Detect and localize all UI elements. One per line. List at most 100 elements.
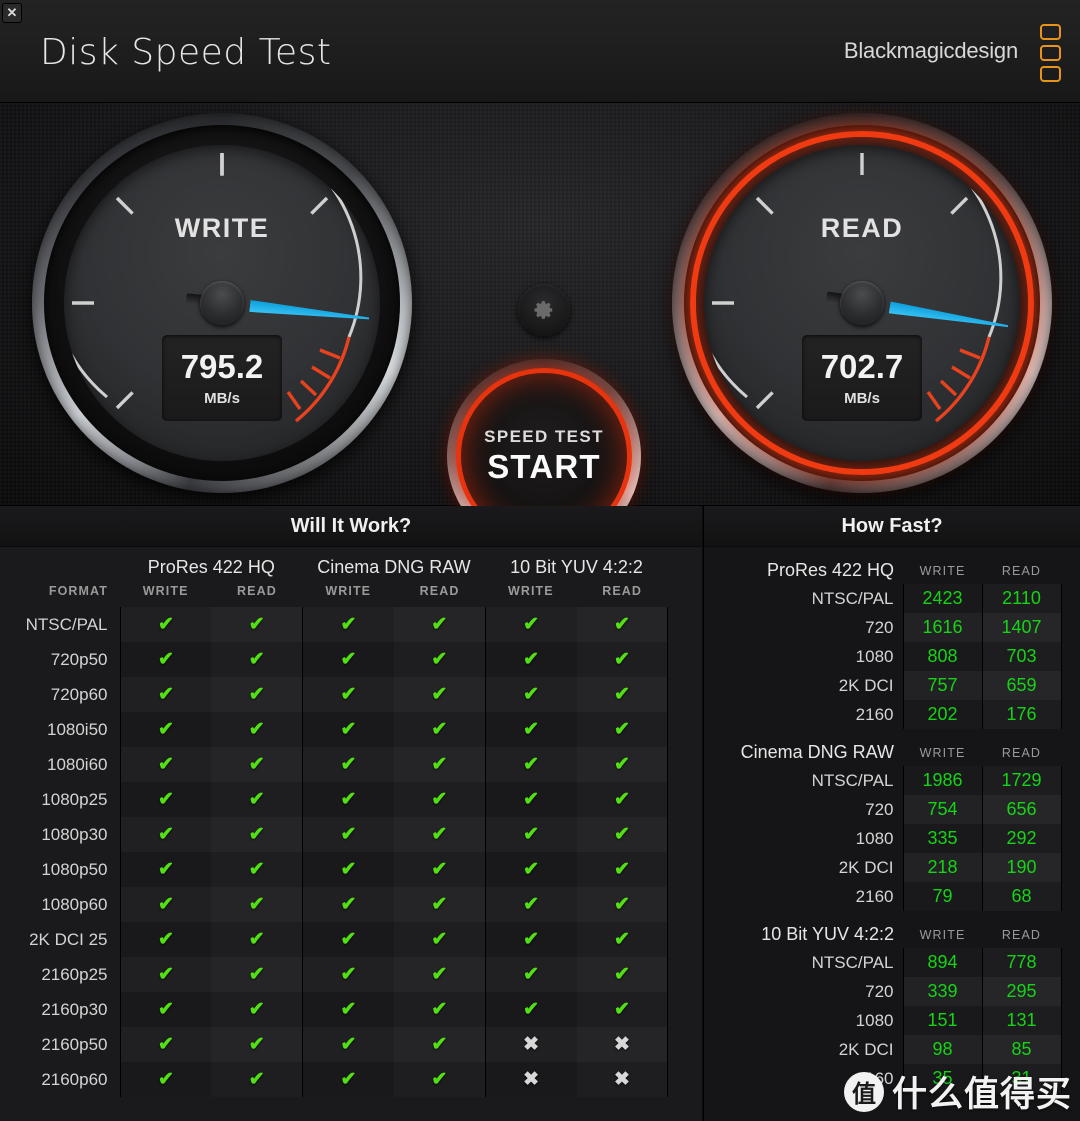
write-value: 795.2	[180, 347, 264, 385]
compatibility-cell: ✔	[484, 677, 577, 712]
check-icon: ✔	[248, 788, 265, 810]
table-row: 1080p50 ✔ ✔ ✔ ✔ ✔ ✔	[0, 852, 669, 887]
row-format-label: 1080i50	[0, 712, 120, 747]
compatibility-cell: ✔	[211, 922, 303, 957]
table-row: 1080i60 ✔ ✔ ✔ ✔ ✔ ✔	[0, 747, 669, 782]
how-fast-row-label: 2K DCI	[838, 857, 894, 877]
check-icon: ✔	[523, 963, 540, 985]
how-fast-read-value: 656	[981, 795, 1062, 824]
check-icon: ✔	[431, 823, 448, 845]
gear-icon[interactable]	[518, 284, 570, 336]
how-fast-read-value: 659	[981, 671, 1062, 700]
table-row: 720p60 ✔ ✔ ✔ ✔ ✔ ✔	[0, 677, 669, 712]
read-unit: MB/s	[844, 389, 880, 407]
title-bar: ✕ Disk Speed Test Blackmagicdesign	[0, 0, 1080, 103]
compatibility-cell: ✔	[484, 782, 577, 817]
how-fast-read-value: 85	[981, 1035, 1062, 1064]
table-row: 720p50 ✔ ✔ ✔ ✔ ✔ ✔	[0, 642, 669, 677]
compatibility-cell: ✖	[576, 1027, 669, 1062]
table-row: 1080p30 ✔ ✔ ✔ ✔ ✔ ✔	[0, 817, 669, 852]
table-row: 2K DCI 25 ✔ ✔ ✔ ✔ ✔ ✔	[0, 922, 669, 957]
compatibility-cell: ✔	[576, 887, 669, 922]
column-header-dng-write: WRITE	[302, 580, 394, 607]
check-icon: ✔	[157, 823, 174, 845]
compatibility-cell: ✔	[119, 922, 212, 957]
compatibility-cell: ✔	[393, 1027, 486, 1062]
how-fast-row-label: 2K DCI	[838, 1039, 894, 1059]
how-fast-row-label: 2K DCI	[838, 675, 894, 695]
compatibility-cell: ✔	[576, 607, 669, 642]
compatibility-cell: ✔	[484, 817, 577, 852]
compatibility-cell: ✔	[119, 677, 212, 712]
how-fast-column-header-read: READ	[1001, 927, 1042, 942]
check-icon: ✔	[157, 718, 174, 740]
compatibility-cell: ✔	[119, 852, 212, 887]
check-icon: ✔	[431, 613, 448, 635]
table-row: 1080 151 131	[704, 1006, 1080, 1035]
compatibility-cell: ✔	[576, 852, 669, 887]
how-fast-row-label: 2160	[855, 1068, 894, 1088]
check-icon: ✔	[340, 788, 357, 810]
how-fast-group-header-row: Cinema DNG RAW WRITE READ	[704, 729, 1080, 766]
how-fast-read-value: 703	[981, 642, 1062, 671]
compatibility-cell: ✔	[119, 782, 212, 817]
compatibility-cell: ✔	[484, 887, 577, 922]
how-fast-read-value: 31	[981, 1064, 1062, 1093]
compatibility-cell: ✔	[576, 817, 669, 852]
check-icon: ✔	[523, 858, 540, 880]
gear-glyph	[534, 301, 553, 319]
compatibility-cell: ✔	[393, 817, 486, 852]
how-fast-write-value: 754	[902, 795, 982, 824]
check-icon: ✔	[431, 753, 448, 775]
check-icon: ✔	[431, 893, 448, 915]
compatibility-cell: ✔	[302, 712, 394, 747]
compatibility-cell: ✔	[393, 677, 486, 712]
table-row: 1080p25 ✔ ✔ ✔ ✔ ✔ ✔	[0, 782, 669, 817]
compatibility-cell: ✔	[119, 957, 212, 992]
check-icon: ✔	[340, 683, 357, 705]
compatibility-cell: ✔	[484, 642, 577, 677]
compatibility-cell: ✔	[302, 957, 394, 992]
compatibility-cell: ✔	[576, 712, 669, 747]
table-row: 2K DCI 218 190	[704, 853, 1080, 882]
compatibility-cell: ✔	[119, 817, 212, 852]
how-fast-write-value: 2423	[902, 584, 982, 613]
compatibility-cell: ✔	[484, 992, 577, 1027]
compatibility-cell: ✔	[393, 887, 486, 922]
compatibility-cell: ✔	[119, 992, 212, 1027]
how-fast-row-label: 720	[865, 981, 894, 1001]
how-fast-group-name: 10 Bit YUV 4:2:2	[761, 924, 894, 944]
compatibility-cell: ✔	[393, 922, 486, 957]
check-icon: ✔	[431, 1033, 448, 1055]
compatibility-cell: ✔	[211, 747, 303, 782]
table-row: 1080 335 292	[704, 824, 1080, 853]
compatibility-cell: ✖	[484, 1027, 577, 1062]
compatibility-cell: ✔	[211, 852, 303, 887]
row-format-label: 1080i60	[0, 747, 120, 782]
group-header-yuv: 10 Bit YUV 4:2:2	[485, 547, 668, 580]
how-fast-read-value: 778	[981, 948, 1062, 977]
how-fast-read-value: 131	[981, 1006, 1062, 1035]
check-icon: ✔	[248, 963, 265, 985]
read-value: 702.7	[820, 347, 904, 385]
check-icon: ✔	[523, 893, 540, 915]
table-row: 2160 35 31	[704, 1064, 1080, 1093]
compatibility-cell: ✔	[484, 607, 577, 642]
compatibility-cell: ✔	[576, 782, 669, 817]
write-gauge: WRITE 795.2 MB/s	[32, 113, 412, 493]
how-fast-row-label: 1080	[855, 646, 894, 666]
close-icon[interactable]: ✕	[2, 3, 22, 23]
compatibility-cell: ✔	[119, 747, 212, 782]
check-icon: ✔	[431, 1068, 448, 1090]
will-it-work-table: ProRes 422 HQ Cinema DNG RAW 10 Bit YUV …	[0, 547, 669, 1097]
row-format-label: 2K DCI 25	[0, 922, 120, 957]
check-icon: ✔	[613, 718, 630, 740]
check-icon: ✔	[523, 823, 540, 845]
will-it-work-title: Will It Work?	[0, 506, 702, 547]
row-format-label: 2160p60	[0, 1062, 120, 1097]
how-fast-write-value: 894	[902, 948, 982, 977]
check-icon: ✔	[340, 963, 357, 985]
how-fast-row-label: 2160	[855, 886, 894, 906]
compatibility-cell: ✔	[393, 992, 486, 1027]
how-fast-row-label: 1080	[855, 828, 894, 848]
